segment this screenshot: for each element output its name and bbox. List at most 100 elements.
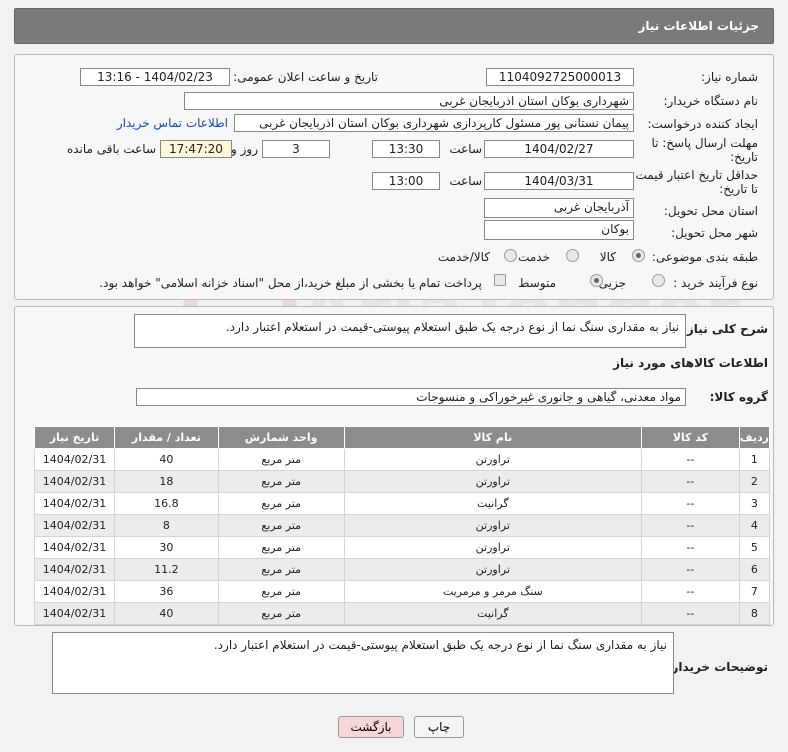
process-radio-medium[interactable] [590, 274, 603, 287]
treasury-payment-note: پرداخت تمام یا بخشی از مبلغ خرید،از محل … [99, 276, 482, 290]
cell-unit: متر مربع [217, 602, 345, 625]
goods-table: ردیف کد کالا نام کالا واحد شمارش تعداد /… [34, 426, 771, 625]
cell-row: 3 [738, 492, 771, 515]
table-row: 7 -- سنگ مرمر و مرمریت متر مربع 36 1404/02/31 [34, 580, 771, 603]
cell-unit: متر مربع [217, 558, 345, 581]
process-option-medium: متوسط [518, 276, 556, 290]
category-radio-service[interactable] [566, 249, 579, 262]
cell-date: 1404/02/31 [34, 470, 115, 493]
cell-unit: متر مربع [217, 470, 345, 493]
cell-row: 2 [738, 470, 771, 493]
cell-code: -- [640, 580, 740, 603]
table-row: 2 -- تراورتن متر مربع 18 1404/02/31 [34, 470, 771, 493]
requester-field: پیمان نستانی پور مسئول کارپردازی شهرداری… [234, 114, 634, 132]
province-label: استان محل تحویل: [663, 204, 758, 218]
cell-unit: متر مربع [217, 492, 345, 515]
cell-code: -- [640, 558, 740, 581]
cell-name: تراورتن [343, 536, 642, 559]
cell-unit: متر مربع [217, 580, 345, 603]
cell-unit: متر مربع [217, 536, 345, 559]
category-option-service: خدمت [518, 250, 550, 264]
print-button[interactable]: چاپ [414, 716, 464, 738]
buyer-notes-textarea[interactable]: نیاز به مقداری سنگ نما از نوع درجه یک طب… [52, 632, 674, 694]
need-number-field: 1104092725000013 [486, 68, 634, 86]
announce-label: تاریخ و ساعت اعلان عمومی: [233, 70, 378, 84]
col-code: کد کالا [640, 426, 740, 449]
desc-textarea[interactable]: نیاز به مقداری سنگ نما از نوع درجه یک طب… [134, 314, 686, 348]
cell-date: 1404/02/31 [34, 536, 115, 559]
cell-row: 8 [738, 602, 771, 625]
cell-date: 1404/02/31 [34, 492, 115, 515]
page-title: جزئیات اطلاعات نیاز [638, 19, 759, 33]
treasury-payment-checkbox[interactable] [494, 274, 506, 286]
need-number-label: شماره نیاز: [701, 70, 758, 84]
province-field: آذربایجان غربی [484, 198, 634, 218]
cell-qty: 36 [114, 580, 219, 603]
table-row: 6 -- تراورتن متر مربع 11.2 1404/02/31 [34, 558, 771, 581]
cell-name: گرانیت [343, 602, 642, 625]
validity-date-field: 1404/03/31 [484, 172, 634, 190]
cell-date: 1404/02/31 [34, 602, 115, 625]
cell-date: 1404/02/31 [34, 558, 115, 581]
cell-qty: 40 [114, 602, 219, 625]
cell-code: -- [640, 536, 740, 559]
category-option-goods-service: کالا/خدمت [437, 250, 490, 264]
city-field: بوکان [484, 220, 634, 240]
cell-name: گرانیت [343, 492, 642, 515]
deadline-time-label: ساعت [449, 142, 482, 156]
cell-row: 6 [738, 558, 771, 581]
cell-row: 1 [738, 448, 771, 471]
col-qty: تعداد / مقدار [114, 426, 219, 449]
cell-name: تراورتن [343, 558, 642, 581]
col-date: تاریخ نیاز [34, 426, 115, 449]
cell-code: -- [640, 448, 740, 471]
days-remaining-field: 3 [262, 140, 330, 158]
time-remaining-field: 17:47:20 [160, 140, 232, 158]
buyer-notes-label: توضیحات خریدار: [666, 660, 768, 674]
cell-date: 1404/02/31 [34, 580, 115, 603]
cell-code: -- [640, 514, 740, 537]
cell-qty: 16.8 [114, 492, 219, 515]
cell-name: سنگ مرمر و مرمریت [343, 580, 642, 603]
deadline-label-line2: تاریخ: [730, 150, 758, 164]
table-row: 4 -- تراورتن متر مربع 8 1404/02/31 [34, 514, 771, 537]
cell-code: -- [640, 492, 740, 515]
city-label: شهر محل تحویل: [671, 226, 758, 240]
process-radio-minor[interactable] [652, 274, 665, 287]
table-row: 3 -- گرانیت متر مربع 16.8 1404/02/31 [34, 492, 771, 515]
cell-unit: متر مربع [217, 448, 345, 471]
desc-label: شرح کلی نیاز: [682, 322, 768, 336]
cell-name: تراورتن [343, 514, 642, 537]
cell-qty: 40 [114, 448, 219, 471]
buyer-org-label: نام دستگاه خریدار: [663, 94, 759, 108]
cell-qty: 11.2 [114, 558, 219, 581]
cell-unit: متر مربع [217, 514, 345, 537]
cell-row: 7 [738, 580, 771, 603]
deadline-time-field: 13:30 [372, 140, 440, 158]
cell-date: 1404/02/31 [34, 514, 115, 537]
requester-label: ایجاد کننده درخواست: [647, 117, 758, 131]
cell-name: تراورتن [343, 470, 642, 493]
deadline-label-line1: مهلت ارسال پاسخ: تا [651, 136, 758, 150]
category-radio-goods[interactable] [632, 249, 645, 262]
cell-qty: 30 [114, 536, 219, 559]
validity-time-label: ساعت [449, 174, 482, 188]
goods-section-title: اطلاعات کالاهای مورد نیاز [613, 356, 768, 370]
col-row: ردیف [738, 426, 771, 449]
deadline-date-field: 1404/02/27 [484, 140, 634, 158]
goods-table-header: ردیف کد کالا نام کالا واحد شمارش تعداد /… [34, 426, 771, 449]
back-button[interactable]: بازگشت [338, 716, 404, 738]
validity-label-line2: تا تاریخ: [719, 182, 758, 196]
cell-date: 1404/02/31 [34, 448, 115, 471]
process-label: نوع فرآیند خرید : [673, 276, 758, 290]
table-row: 1 -- تراورتن متر مربع 40 1404/02/31 [34, 448, 771, 471]
table-row: 5 -- تراورتن متر مربع 30 1404/02/31 [34, 536, 771, 559]
buyer-contact-link[interactable]: اطلاعات تماس خریدار [117, 116, 228, 130]
cell-code: -- [640, 470, 740, 493]
cell-qty: 8 [114, 514, 219, 537]
category-radio-goods-service[interactable] [504, 249, 517, 262]
cell-name: تراورتن [343, 448, 642, 471]
cell-code: -- [640, 602, 740, 625]
goods-group-field: مواد معدنی، گیاهی و جانوری غیرخوراکی و م… [136, 388, 686, 406]
col-unit: واحد شمارش [217, 426, 345, 449]
